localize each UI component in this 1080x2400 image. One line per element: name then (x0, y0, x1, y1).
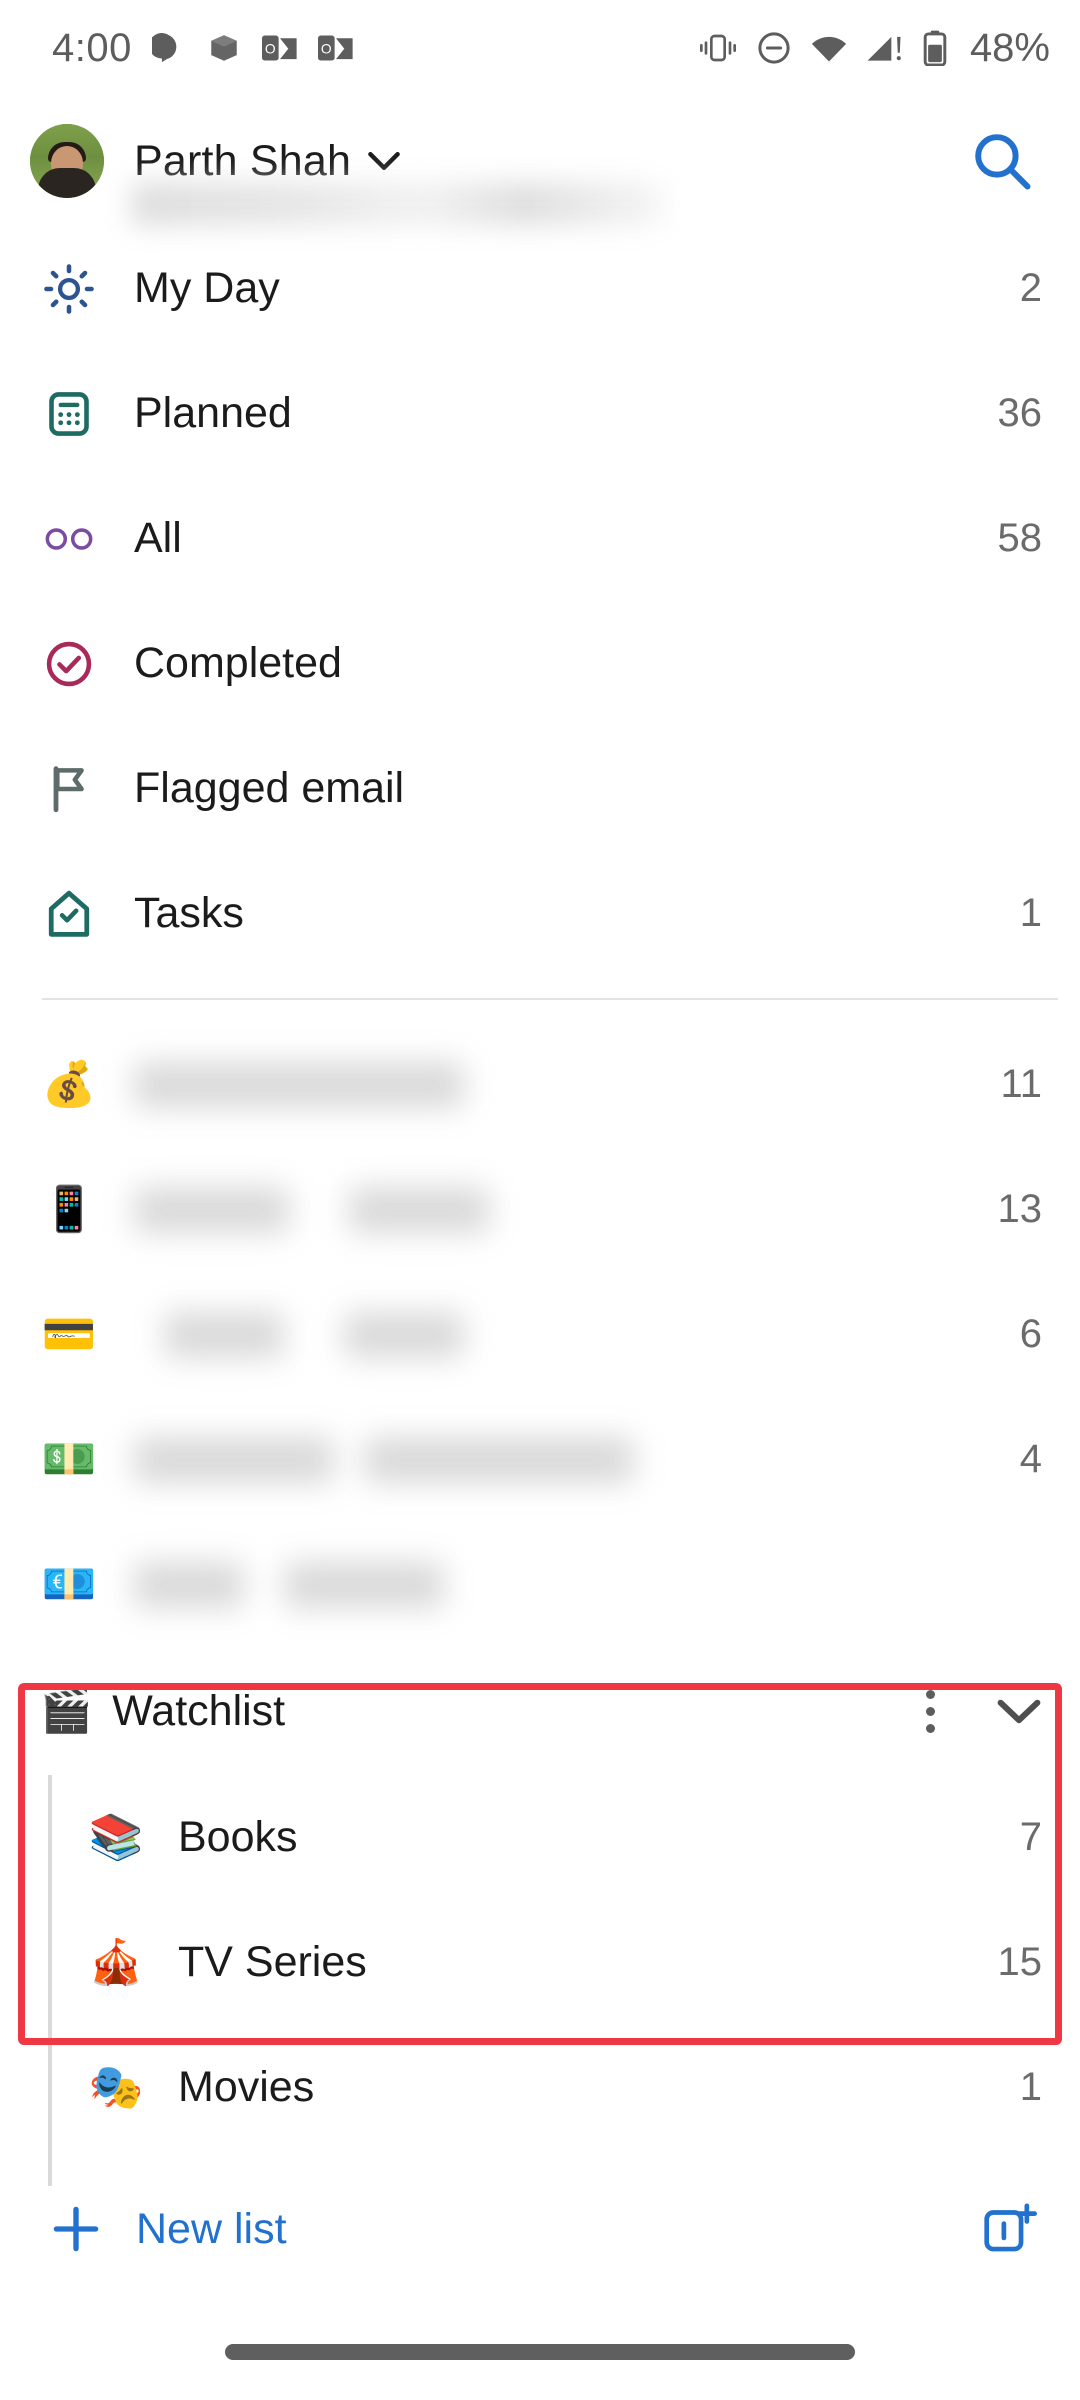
list-item-label-redacted (134, 1561, 982, 1608)
list-item-count: 4 (1019, 1437, 1042, 1481)
group-title: Watchlist (112, 1686, 286, 1735)
list-item[interactable]: 💰 11 (0, 1022, 1080, 1147)
svg-text:O: O (321, 41, 332, 57)
do-not-disturb-icon (758, 32, 790, 64)
dollar-banknote-emoji: 💵 (41, 1434, 97, 1484)
wifi-icon (811, 36, 847, 62)
list-item-label-redacted (134, 1436, 982, 1483)
list-item-tasks[interactable]: Tasks 1 (0, 851, 1080, 976)
gesture-pill[interactable] (225, 2344, 855, 2360)
navigation-list: My Day 2 Planned 36 All 58 Completed Fla… (0, 226, 1080, 2186)
list-item-label-redacted (134, 1311, 982, 1358)
list-item-label: Books (178, 1813, 298, 1861)
credit-card-emoji: 💳 (41, 1309, 97, 1359)
new-group-icon[interactable] (980, 2200, 1038, 2258)
list-item-planned[interactable]: Planned 36 (0, 351, 1080, 476)
group-actions (908, 1681, 1042, 1741)
search-button[interactable] (954, 113, 1050, 209)
list-item-label: My Day (134, 264, 280, 312)
list-item-books[interactable]: 📚 Books 7 (0, 1775, 1080, 1900)
list-item-completed[interactable]: Completed (0, 601, 1080, 726)
list-item-count: 36 (997, 391, 1043, 435)
section-divider (42, 998, 1058, 1000)
status-bar-clock: 4:00 (52, 25, 132, 70)
euro-banknote-emoji: 💶 (41, 1559, 97, 1609)
list-item-count: 2 (1019, 266, 1042, 310)
chevron-down-icon[interactable] (996, 1696, 1042, 1726)
battery-icon (923, 30, 947, 66)
list-item-label: Completed (134, 639, 342, 687)
status-bar: 4:00 O O 48% (0, 0, 1080, 96)
status-bar-right: 48% (698, 26, 1050, 71)
list-item-count: 15 (997, 1940, 1043, 1984)
list-item-count: 13 (997, 1187, 1043, 1231)
group-indent-rail (48, 1775, 52, 2186)
list-item-label: Movies (178, 2063, 315, 2111)
list-item-count: 58 (997, 516, 1043, 560)
new-list-button[interactable]: New list (48, 2201, 287, 2257)
group-children-watchlist: 📚 Books 7 🎪 TV Series 15 🎭 Movies 1 (0, 1775, 1080, 2186)
clapper-board-emoji: 🎬 (40, 1687, 93, 1734)
battery-percentage: 48% (969, 25, 1050, 70)
cellular-signal-warning-icon (867, 36, 901, 61)
list-item-all[interactable]: All 58 (0, 476, 1080, 601)
search-icon (975, 134, 1031, 190)
list-item[interactable]: 📱 13 (0, 1147, 1080, 1272)
account-switcher[interactable]: Parth Shah (134, 137, 401, 186)
list-item-count: 7 (1019, 1815, 1042, 1859)
flag-icon (30, 763, 108, 815)
plus-icon (53, 2206, 99, 2252)
books-emoji: 📚 (88, 1812, 144, 1862)
list-item-movies[interactable]: 🎭 Movies 1 (0, 2025, 1080, 2150)
account-name: Parth Shah (134, 136, 352, 185)
chevron-down-icon (368, 151, 400, 171)
avatar[interactable] (30, 124, 104, 198)
group-header-watchlist[interactable]: 🎬 Watchlist (0, 1647, 1080, 1775)
list-item-count: 11 (1000, 1062, 1042, 1106)
list-item[interactable]: 💵 4 (0, 1397, 1080, 1522)
list-item-label: All (134, 514, 182, 562)
list-item[interactable]: 💶 (0, 1522, 1080, 1647)
app-screen: 4:00 O O 48% Parth Shah My Day 2 Planned… (0, 0, 1080, 2400)
list-item-label-redacted (134, 1061, 982, 1108)
calendar-icon (30, 389, 108, 439)
list-item-label-redacted (134, 1186, 982, 1233)
list-item-count: 1 (1019, 891, 1042, 935)
outlook-icon: O (261, 35, 297, 61)
list-item-flagged-email[interactable]: Flagged email (0, 726, 1080, 851)
check-circle-icon (30, 638, 108, 690)
app-header: Parth Shah (0, 96, 1080, 226)
svg-text:O: O (265, 41, 276, 57)
list-item-tv-series[interactable]: 🎪 TV Series 15 (0, 1900, 1080, 2025)
list-item-count: 1 (1019, 2065, 1042, 2109)
chat-bubble-icon (151, 33, 177, 63)
house-check-icon (30, 888, 108, 940)
status-bar-left: 4:00 O O (52, 26, 354, 71)
new-list-label: New list (136, 2204, 287, 2253)
infinity-icon (30, 519, 108, 559)
box-icon (211, 35, 237, 61)
list-item-my-day[interactable]: My Day 2 (0, 226, 1080, 351)
group-watchlist: 🎬 Watchlist 📚 Books 7 🎪 TV Series 15 🎭 M… (0, 1647, 1080, 2186)
list-item-label: Planned (134, 389, 292, 437)
vibrate-icon (699, 34, 736, 62)
list-item-count: 6 (1019, 1312, 1042, 1356)
performing-arts-emoji: 🎭 (88, 2062, 144, 2112)
more-options-icon[interactable] (908, 1681, 952, 1741)
bottom-bar: New list (0, 2154, 1080, 2304)
list-item-label: Tasks (134, 889, 244, 937)
mobile-phone-emoji: 📱 (41, 1184, 97, 1234)
account-email-redacted (131, 182, 663, 226)
circus-tent-emoji: 🎪 (88, 1937, 144, 1987)
outlook-icon: O (317, 35, 353, 61)
list-item-label: Flagged email (134, 764, 405, 812)
money-bag-emoji: 💰 (41, 1059, 97, 1109)
list-item[interactable]: 💳 6 (0, 1272, 1080, 1397)
list-item-label: TV Series (178, 1938, 367, 1986)
android-navigation-bar (0, 2304, 1080, 2400)
sun-icon (30, 263, 108, 315)
